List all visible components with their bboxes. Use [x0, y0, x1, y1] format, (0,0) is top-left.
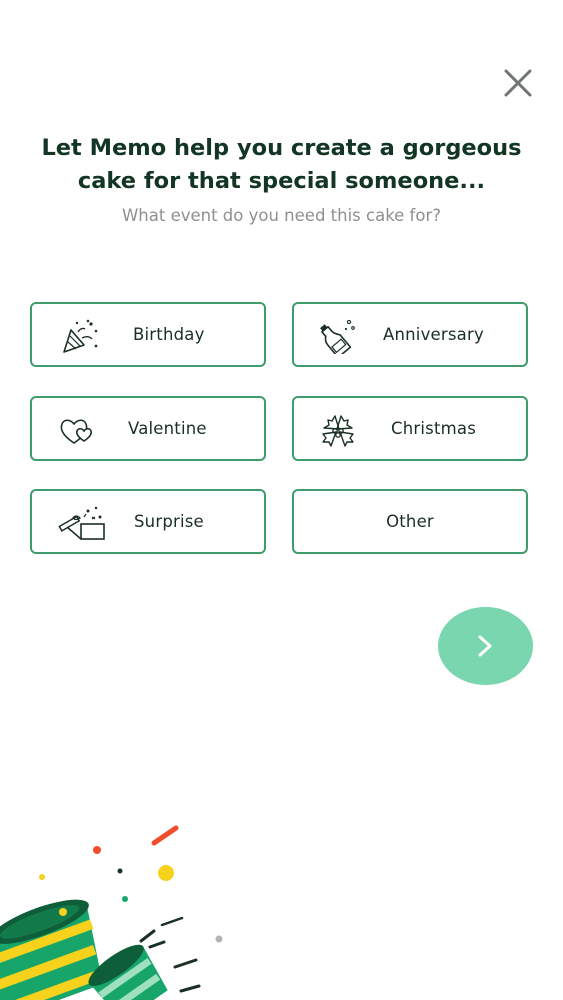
option-label: Birthday — [133, 325, 205, 344]
option-anniversary[interactable]: Anniversary — [292, 302, 528, 367]
option-label: Other — [386, 512, 434, 531]
party-popper-illustration — [0, 825, 223, 1000]
page-subtitle: What event do you need this cake for? — [121, 206, 442, 225]
chevron-right-icon — [478, 635, 492, 657]
party-popper-icon — [63, 319, 98, 353]
close-icon[interactable] — [501, 66, 535, 100]
option-other[interactable]: Other — [292, 489, 528, 554]
option-valentine[interactable]: Valentine — [30, 396, 266, 461]
option-label: Surprise — [134, 512, 204, 531]
option-label: Christmas — [391, 419, 476, 438]
surprise-box-icon — [58, 506, 105, 540]
hearts-icon — [60, 419, 93, 444]
option-surprise[interactable]: Surprise — [30, 489, 266, 554]
holly-icon — [322, 415, 354, 447]
option-christmas[interactable]: Christmas — [292, 396, 528, 461]
champagne-bottle-icon — [320, 319, 355, 354]
page-title: Let Memo help you create a gorgeous cake… — [41, 135, 522, 194]
next-button[interactable] — [438, 607, 533, 685]
option-label: Anniversary — [383, 325, 484, 344]
option-label: Valentine — [128, 419, 207, 438]
option-birthday[interactable]: Birthday — [30, 302, 266, 367]
